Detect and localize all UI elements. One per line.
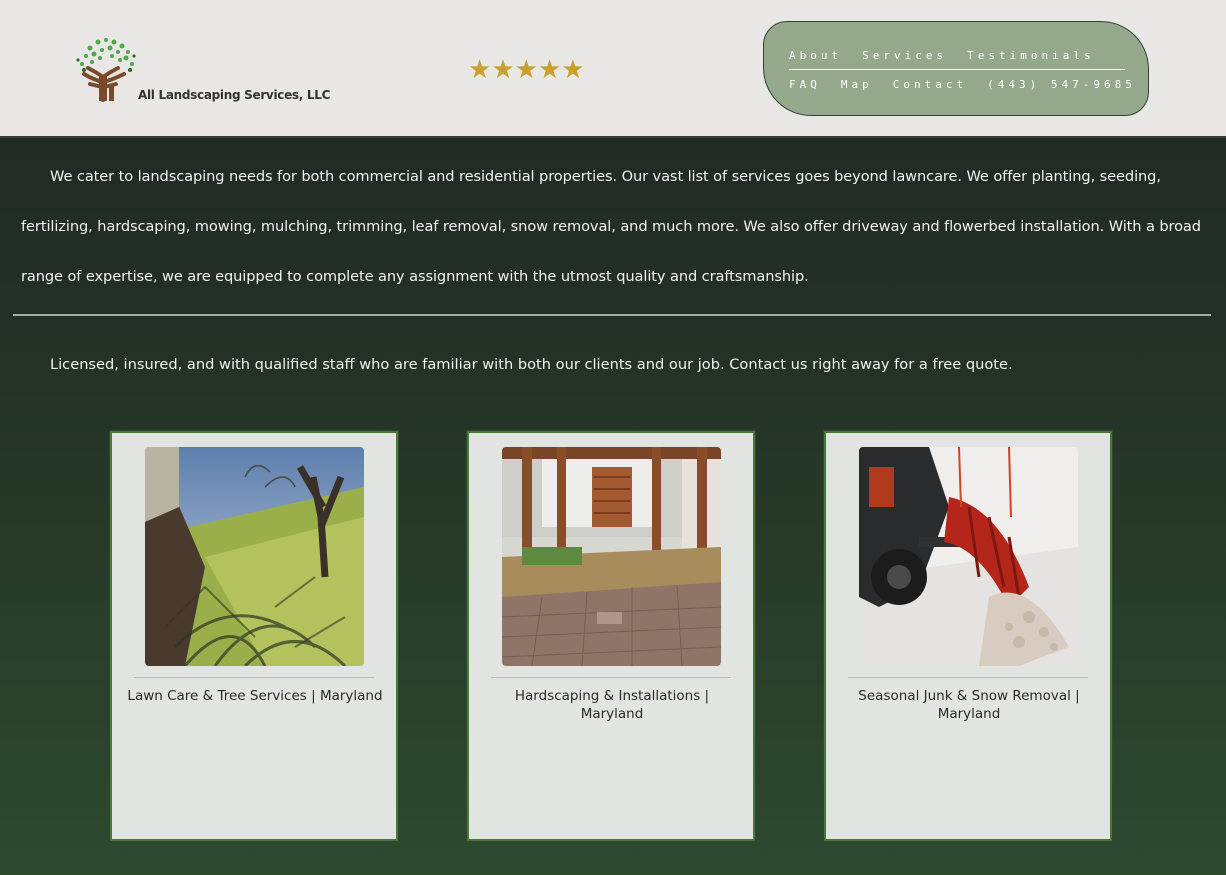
nav-link-services[interactable]: Services [862,49,947,62]
lawn-tree-photo [145,447,364,666]
site-header: All Landscaping Services, LLC ★ ★ ★ ★ ★ … [0,0,1226,138]
service-card-lawn-care[interactable]: Lawn Care & Tree Services | Maryland [110,431,398,841]
card-title[interactable]: Seasonal Junk & Snow Removal | Maryland [840,687,1098,723]
intro-paragraph: We cater to landscaping needs for both c… [21,168,1201,285]
main-navigation: About Services Testimonials FAQ Map Cont… [763,21,1149,116]
nav-link-contact[interactable]: Contact [893,78,967,91]
star-icon: ★ [468,55,492,85]
star-icon: ★ [561,55,585,85]
card-title[interactable]: Hardscaping & Installations | Maryland [483,687,741,723]
snow-plow-photo [859,447,1078,666]
star-icon: ★ [537,55,562,85]
card-divider [491,677,731,678]
hardscaping-photo [502,447,721,666]
card-title[interactable]: Lawn Care & Tree Services | Maryland [126,687,384,705]
service-card-hardscaping[interactable]: Hardscaping & Installations | Maryland [467,431,755,841]
nav-row-secondary: FAQ Map Contact (443) 547-9685 [789,78,1156,91]
service-card-snow-removal[interactable]: Seasonal Junk & Snow Removal | Maryland [824,431,1112,841]
nav-link-faq[interactable]: FAQ [789,78,821,91]
rating-stars: ★ ★ ★ ★ ★ [468,57,585,83]
card-divider [848,677,1088,678]
nav-link-about[interactable]: About [789,49,842,62]
nav-row-primary: About Services Testimonials [789,49,1115,62]
nav-link-testimonials[interactable]: Testimonials [967,49,1094,62]
section-divider [13,314,1211,316]
card-divider [134,677,374,678]
phone-link[interactable]: (443) 547-9685 [987,78,1136,91]
company-logo[interactable]: All Landscaping Services, LLC [70,32,330,107]
nav-divider [789,69,1125,70]
nav-link-map[interactable]: Map [841,78,873,91]
licensed-paragraph: Licensed, insured, and with qualified st… [50,356,1013,373]
star-icon: ★ [491,55,515,85]
logo-text: All Landscaping Services, LLC [138,88,331,102]
main-content: We cater to landscaping needs for both c… [0,138,1226,875]
star-icon: ★ [514,55,538,85]
